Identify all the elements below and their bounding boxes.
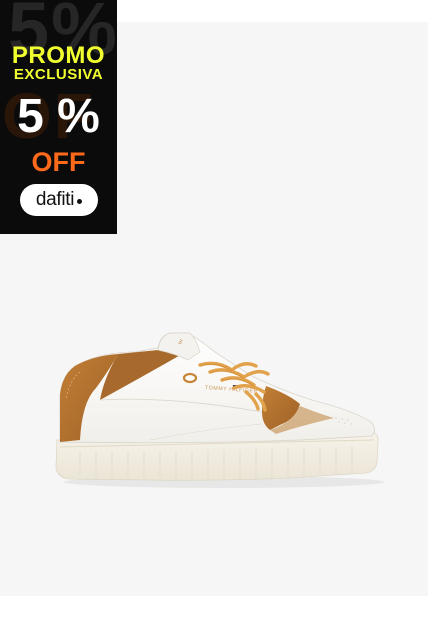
promo-discount: 5 % <box>17 90 100 143</box>
logo-dot-icon <box>77 198 83 204</box>
promo-banner[interactable]: 5% OF PROMO EXCLUSIVA 5 % OFF dafiti <box>0 0 117 234</box>
promo-headline: PROMO <box>11 42 106 69</box>
dafiti-logo: dafiti <box>20 184 98 216</box>
brand-name: dafiti <box>35 189 75 210</box>
product-page: TH TOMMY HILFIGER 5% OF PROMO EXCLUSIVA … <box>0 0 428 620</box>
promo-subheadline: EXCLUSIVA <box>13 66 104 83</box>
promo-off-label: OFF <box>31 147 86 177</box>
